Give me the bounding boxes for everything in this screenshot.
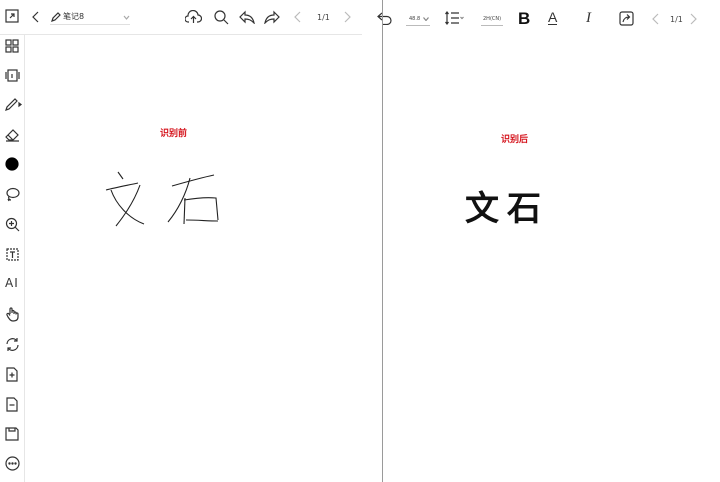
expand-icon[interactable] — [4, 8, 20, 24]
share-icon[interactable] — [618, 10, 634, 26]
spacing-underline — [481, 25, 503, 26]
right-next-page-icon[interactable] — [687, 12, 699, 26]
page-indicator: 1/1 — [317, 13, 330, 22]
font-size-value[interactable]: 48.8 — [409, 16, 420, 22]
font-size-underline — [406, 25, 430, 26]
save-icon[interactable] — [4, 426, 20, 442]
underline-button[interactable]: A — [548, 10, 558, 25]
sync-icon[interactable] — [4, 336, 20, 352]
undo-arrow-icon[interactable] — [376, 10, 392, 26]
spacing-value[interactable]: 2H(CN) — [483, 16, 501, 22]
left-sidebar: AI — [0, 34, 25, 482]
notebook-title-field[interactable]: 笔记8 — [50, 10, 130, 25]
grid-view-icon[interactable] — [4, 38, 20, 54]
right-page-indicator: 1/1 — [670, 15, 683, 24]
chevron-down-icon — [122, 14, 130, 20]
recognized-text-pane: 48.8 2H(CN) B A I 1/1 识别后 文石 — [362, 0, 720, 482]
search-icon[interactable] — [212, 9, 230, 25]
italic-button[interactable]: I — [586, 10, 591, 27]
delete-page-icon[interactable] — [4, 396, 20, 412]
zoom-in-icon[interactable] — [4, 216, 20, 232]
add-page-icon[interactable] — [4, 366, 20, 382]
redo-icon[interactable] — [263, 9, 281, 25]
right-prev-page-icon[interactable] — [650, 12, 662, 26]
after-recognition-label: 识别后 — [501, 135, 529, 145]
lasso-icon[interactable] — [4, 186, 20, 202]
pen-tool-icon[interactable] — [4, 96, 22, 112]
next-page-icon[interactable] — [341, 10, 353, 24]
prev-page-icon[interactable] — [292, 10, 304, 24]
more-icon[interactable] — [4, 455, 20, 471]
pencil-icon — [50, 11, 61, 22]
template-icon[interactable] — [4, 67, 20, 83]
line-spacing-icon[interactable] — [444, 10, 464, 26]
hand-touch-icon[interactable] — [4, 306, 20, 322]
before-recognition-label: 识别前 — [160, 129, 188, 139]
font-size-chevron-icon[interactable] — [422, 16, 429, 21]
undo-icon[interactable] — [238, 9, 256, 25]
text-box-icon[interactable] — [4, 246, 20, 262]
notebook-title: 笔记8 — [63, 12, 85, 21]
back-chevron-icon[interactable] — [30, 10, 42, 24]
handwritten-strokes — [100, 166, 225, 232]
editor-margin-line — [382, 0, 383, 482]
ai-button[interactable]: AI — [5, 276, 19, 290]
bold-button[interactable]: B — [518, 9, 530, 29]
eraser-icon[interactable] — [4, 126, 20, 142]
color-black-icon[interactable] — [4, 156, 20, 172]
left-toolbar: 笔记8 1/1 — [0, 0, 362, 35]
cloud-upload-icon[interactable] — [184, 9, 202, 25]
recognized-text[interactable]: 文石 — [465, 181, 549, 230]
handwriting-pane: 笔记8 1/1 AI 识别前 — [0, 0, 362, 482]
